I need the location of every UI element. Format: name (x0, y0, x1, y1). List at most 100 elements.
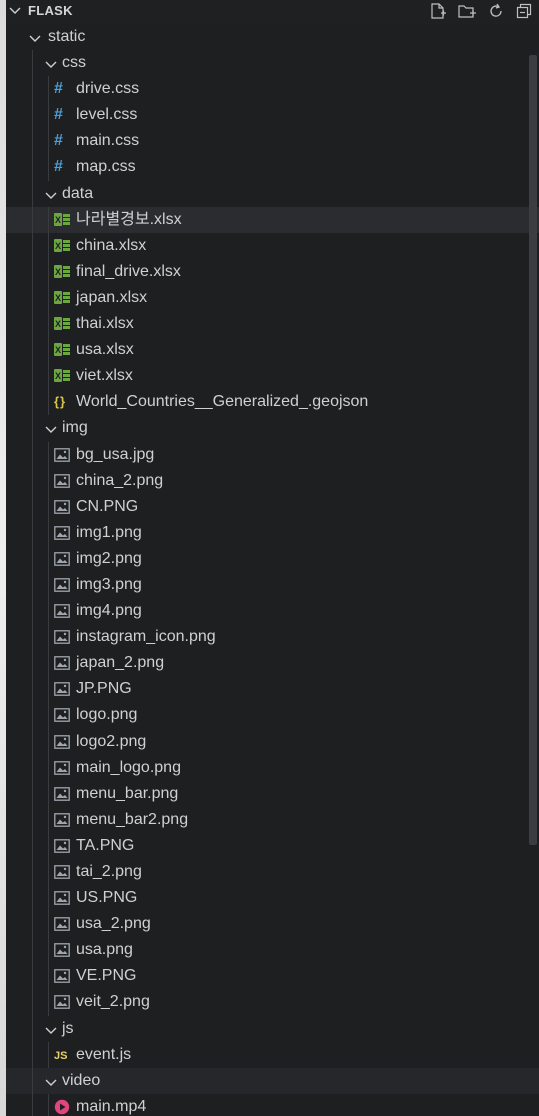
chevron-down-icon[interactable] (44, 1075, 58, 1089)
indent-guide (32, 598, 33, 625)
file-row[interactable]: VE.PNG (6, 963, 539, 990)
indent-guide (32, 806, 33, 833)
file-row[interactable]: tai_2.png (6, 859, 539, 886)
folder-row[interactable]: data (6, 180, 539, 207)
file-row[interactable]: menu_bar.png (6, 780, 539, 807)
folder-row[interactable]: css (6, 50, 539, 77)
indent-guide (48, 989, 49, 1016)
file-row[interactable]: usa_2.png (6, 911, 539, 940)
indent-guide (32, 76, 33, 103)
indent-guide (32, 128, 33, 155)
indent-guide (32, 989, 33, 1016)
file-row[interactable]: logo.png (6, 702, 539, 729)
file-row[interactable]: img2.png (6, 545, 539, 575)
file-row[interactable]: main.mp4 (6, 1093, 539, 1116)
file-row[interactable]: JP.PNG (6, 676, 539, 703)
image-file-icon (54, 442, 74, 471)
file-row[interactable]: CN.PNG (6, 493, 539, 520)
file-row[interactable]: china_2.png (6, 467, 539, 494)
file-row[interactable]: main_logo.png (6, 754, 539, 781)
image-file-icon (54, 546, 74, 575)
file-row[interactable]: # map.css (6, 154, 539, 181)
file-row[interactable]: JS event.js (6, 1041, 539, 1068)
image-file-icon (54, 911, 74, 940)
indent-guide (48, 650, 49, 677)
file-row[interactable]: Xusa.xlsx (6, 337, 539, 364)
file-label: logo.png (76, 706, 138, 724)
chevron-down-icon[interactable] (28, 31, 42, 45)
file-row[interactable]: US.PNG (6, 885, 539, 912)
indent-guide (48, 702, 49, 729)
file-label: CN.PNG (76, 497, 139, 515)
file-row[interactable]: TA.PNG (6, 832, 539, 859)
indent-guide (32, 728, 33, 755)
file-row[interactable]: menu_bar2.png (6, 806, 539, 836)
indent-guide (32, 650, 33, 677)
chevron-down-icon[interactable] (44, 57, 58, 71)
file-row[interactable]: img1.png (6, 519, 539, 546)
refresh-icon[interactable] (487, 2, 505, 20)
new-file-icon[interactable] (429, 2, 447, 20)
file-row[interactable]: # drive.css (6, 76, 539, 103)
chevron-down-icon[interactable] (8, 3, 22, 17)
svg-text:X: X (55, 345, 61, 355)
image-file-icon (54, 807, 74, 836)
file-row[interactable]: Xthai.xlsx (6, 311, 539, 338)
folder-row[interactable]: js (6, 1015, 539, 1042)
chevron-down-icon[interactable] (44, 1023, 58, 1037)
indent-guide (32, 571, 33, 599)
file-row[interactable]: Xjapan.xlsx (6, 284, 539, 312)
file-row[interactable]: logo2.png (6, 728, 539, 755)
indent-guide (32, 1093, 33, 1116)
indent-guide (48, 754, 49, 781)
indent-guide (48, 284, 49, 312)
file-row[interactable]: japan_2.png (6, 650, 539, 677)
file-row[interactable]: Xviet.xlsx (6, 363, 539, 390)
file-row[interactable]: veit_2.png (6, 989, 539, 1018)
new-folder-icon[interactable] (457, 2, 477, 20)
indent-guide (32, 911, 33, 938)
indent-guide (32, 154, 33, 181)
chevron-down-icon[interactable] (44, 422, 58, 436)
image-file-icon (54, 989, 74, 1018)
explorer-title: FLASK (28, 3, 73, 18)
file-label: usa.png (76, 941, 133, 959)
file-label: viet.xlsx (76, 367, 133, 385)
file-label: china.xlsx (76, 236, 147, 254)
image-file-icon (54, 598, 74, 627)
explorer-header[interactable]: FLASK (6, 0, 539, 24)
file-row[interactable]: X 나라별경보.xlsx (6, 206, 539, 233)
svg-text:X: X (55, 319, 61, 329)
file-row[interactable]: # level.css (6, 102, 539, 129)
file-row[interactable]: img4.png (6, 598, 539, 627)
indent-guide (32, 937, 33, 964)
file-label: img1.png (76, 523, 142, 541)
indent-guide (32, 832, 33, 859)
indent-guide (48, 258, 49, 285)
file-row[interactable]: usa.png (6, 937, 539, 964)
file-label: veit_2.png (76, 993, 150, 1011)
chevron-down-icon[interactable] (44, 188, 58, 202)
file-row[interactable]: instagram_icon.png (6, 624, 539, 651)
folder-row[interactable]: static (6, 24, 539, 50)
indent-guide (48, 676, 49, 703)
file-label: japan.xlsx (76, 288, 148, 306)
folder-label: data (62, 184, 94, 202)
file-label: china_2.png (76, 471, 164, 489)
file-label: main_logo.png (76, 758, 181, 776)
file-row[interactable]: {} World_Countries__Generalized_.geojson (6, 389, 539, 416)
file-row[interactable]: # main.css (6, 128, 539, 155)
file-label: World_Countries__Generalized_.geojson (76, 393, 369, 411)
file-label: 나라별경보.xlsx (76, 210, 182, 228)
file-row[interactable]: img3.png (6, 571, 539, 599)
file-label: JP.PNG (76, 680, 132, 698)
scrollbar-thumb[interactable] (529, 55, 537, 845)
file-row[interactable]: Xfinal_drive.xlsx (6, 258, 539, 285)
folder-row[interactable]: img (6, 415, 539, 442)
indent-guide (48, 885, 49, 912)
folder-row[interactable]: video (6, 1067, 539, 1094)
file-row[interactable]: Xchina.xlsx (6, 232, 539, 259)
file-label: img3.png (76, 575, 142, 593)
file-row[interactable]: bg_usa.jpg (6, 441, 539, 471)
collapse-all-icon[interactable] (515, 2, 533, 20)
